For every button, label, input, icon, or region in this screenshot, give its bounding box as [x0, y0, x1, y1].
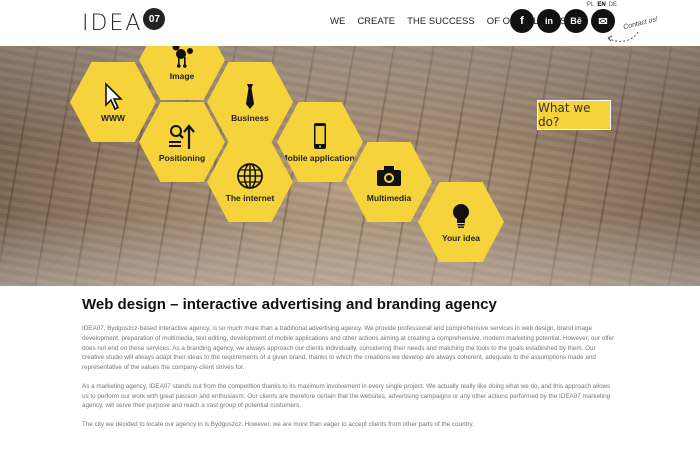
- hex-multimedia-label: Multimedia: [366, 192, 412, 203]
- lang-en[interactable]: EN: [597, 2, 605, 8]
- cursor-icon: [105, 81, 123, 110]
- magnifier-arrow-icon: [169, 124, 195, 149]
- logo[interactable]: IDEA 07: [82, 8, 166, 37]
- what-we-do-button[interactable]: What we do?: [537, 100, 611, 130]
- logo-badge: 07: [143, 8, 166, 30]
- tie-icon: [246, 83, 254, 109]
- location-paragraph: The city we decided to locate our agency…: [82, 421, 474, 428]
- hex-www-label: WWW: [100, 112, 126, 123]
- nav-item-we[interactable]: WE: [330, 16, 345, 27]
- lang-de[interactable]: DE: [609, 2, 617, 8]
- behance-icon[interactable]: Bē: [564, 9, 588, 33]
- hero-banner: Image WWW Business Positioning Mobile ap…: [0, 46, 700, 286]
- main-content: Web design – interactive advertising and…: [82, 296, 618, 439]
- intro-paragraph: IDEA07, Bydgoszcz-based interactive agen…: [82, 325, 615, 371]
- hex-image-label: Image: [169, 70, 195, 81]
- hex-your-idea-label: Your idea: [441, 232, 481, 243]
- nav-item-create[interactable]: CREATE: [357, 16, 395, 27]
- header: IDEA 07 WE CREATE THE SUCCESS OF OUR CLI…: [0, 0, 700, 46]
- dashed-arrow-icon: [607, 31, 639, 42]
- facebook-icon[interactable]: f: [510, 9, 534, 33]
- lightbulb-icon: [453, 203, 469, 228]
- camera-icon: [377, 165, 401, 186]
- globe-icon: [237, 162, 263, 189]
- hex-mobile-applications-label: Mobile applications: [280, 152, 360, 163]
- lang-pl[interactable]: PL: [587, 2, 594, 8]
- language-switcher: PL EN DE: [587, 2, 617, 8]
- marketing-paragraph: As a marketing agency, IDEA07 stands out…: [82, 382, 611, 410]
- hex-business-label: Business: [231, 112, 269, 123]
- nav-item-the-success[interactable]: THE SUCCESS: [407, 16, 475, 27]
- hex-positioning-label: Positioning: [158, 152, 206, 163]
- hex-the-internet-label: The internet: [225, 192, 275, 203]
- logo-text: IDEA: [82, 10, 143, 36]
- linkedin-icon[interactable]: in: [537, 9, 561, 33]
- page-title: Web design – interactive advertising and…: [82, 296, 497, 313]
- poodle-icon: [172, 46, 193, 68]
- smartphone-icon: [314, 122, 326, 149]
